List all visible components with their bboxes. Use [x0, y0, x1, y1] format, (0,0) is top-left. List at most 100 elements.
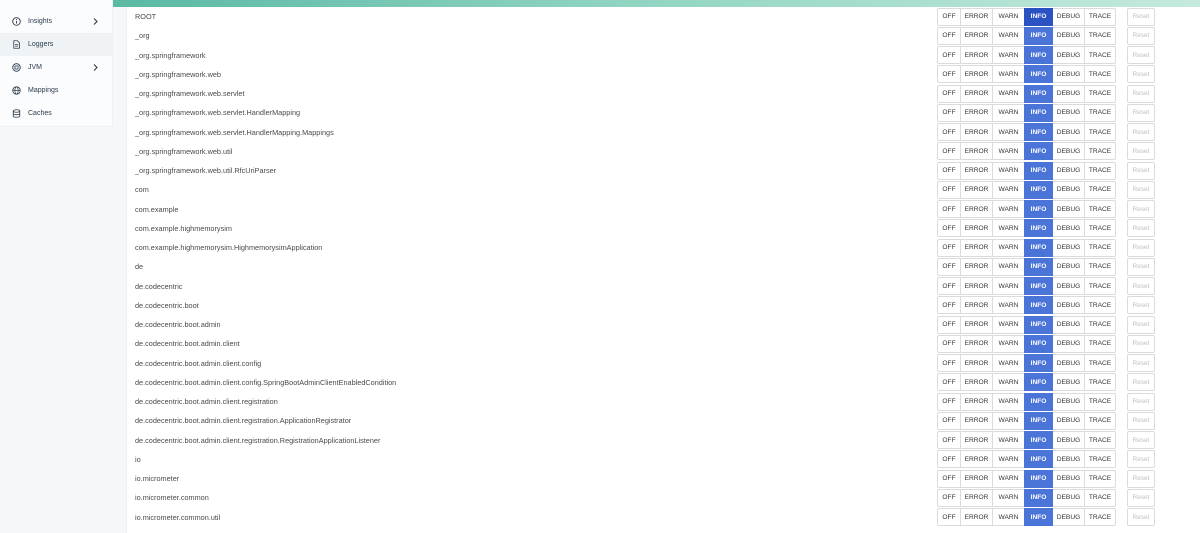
level-button-off[interactable]: OFF — [937, 7, 961, 26]
level-button-warn[interactable]: WARN — [992, 200, 1025, 219]
level-button-off[interactable]: OFF — [937, 257, 961, 276]
level-button-debug[interactable]: DEBUG — [1052, 315, 1085, 334]
level-button-debug[interactable]: DEBUG — [1052, 431, 1085, 450]
level-button-info[interactable]: INFO — [1024, 142, 1053, 161]
level-button-debug[interactable]: DEBUG — [1052, 142, 1085, 161]
level-button-info[interactable]: INFO — [1024, 257, 1053, 276]
level-button-error[interactable]: ERROR — [960, 161, 993, 180]
level-button-debug[interactable]: DEBUG — [1052, 508, 1085, 527]
level-button-debug[interactable]: DEBUG — [1052, 469, 1085, 488]
level-button-off[interactable]: OFF — [937, 219, 961, 238]
level-button-info[interactable]: INFO — [1024, 26, 1053, 45]
level-button-trace[interactable]: TRACE — [1084, 392, 1116, 411]
level-button-info[interactable]: INFO — [1024, 296, 1053, 315]
reset-button[interactable]: Reset — [1127, 200, 1155, 219]
reset-button[interactable]: Reset — [1127, 450, 1155, 469]
level-button-info[interactable]: INFO — [1024, 508, 1053, 527]
level-button-trace[interactable]: TRACE — [1084, 373, 1116, 392]
level-button-warn[interactable]: WARN — [992, 488, 1025, 507]
level-button-info[interactable]: INFO — [1024, 392, 1053, 411]
level-button-debug[interactable]: DEBUG — [1052, 373, 1085, 392]
level-button-info[interactable]: INFO — [1024, 238, 1053, 257]
level-button-debug[interactable]: DEBUG — [1052, 257, 1085, 276]
level-button-off[interactable]: OFF — [937, 180, 961, 199]
level-button-trace[interactable]: TRACE — [1084, 161, 1116, 180]
level-button-debug[interactable]: DEBUG — [1052, 180, 1085, 199]
reset-button[interactable]: Reset — [1127, 392, 1155, 411]
level-button-warn[interactable]: WARN — [992, 65, 1025, 84]
level-button-debug[interactable]: DEBUG — [1052, 488, 1085, 507]
level-button-off[interactable]: OFF — [937, 123, 961, 142]
reset-button[interactable]: Reset — [1127, 180, 1155, 199]
level-button-debug[interactable]: DEBUG — [1052, 238, 1085, 257]
level-button-debug[interactable]: DEBUG — [1052, 26, 1085, 45]
level-button-error[interactable]: ERROR — [960, 7, 993, 26]
level-button-off[interactable]: OFF — [937, 488, 961, 507]
level-button-info[interactable]: INFO — [1024, 411, 1053, 430]
reset-button[interactable]: Reset — [1127, 65, 1155, 84]
level-button-error[interactable]: ERROR — [960, 508, 993, 527]
level-button-off[interactable]: OFF — [937, 411, 961, 430]
level-button-warn[interactable]: WARN — [992, 180, 1025, 199]
level-button-trace[interactable]: TRACE — [1084, 315, 1116, 334]
level-button-trace[interactable]: TRACE — [1084, 277, 1116, 296]
level-button-info[interactable]: INFO — [1024, 488, 1053, 507]
reset-button[interactable]: Reset — [1127, 142, 1155, 161]
level-button-info[interactable]: INFO — [1024, 277, 1053, 296]
reset-button[interactable]: Reset — [1127, 354, 1155, 373]
level-button-off[interactable]: OFF — [937, 315, 961, 334]
level-button-error[interactable]: ERROR — [960, 123, 993, 142]
level-button-warn[interactable]: WARN — [992, 508, 1025, 527]
level-button-warn[interactable]: WARN — [992, 103, 1025, 122]
level-button-warn[interactable]: WARN — [992, 142, 1025, 161]
reset-button[interactable]: Reset — [1127, 469, 1155, 488]
level-button-info[interactable]: INFO — [1024, 161, 1053, 180]
level-button-debug[interactable]: DEBUG — [1052, 46, 1085, 65]
reset-button[interactable]: Reset — [1127, 431, 1155, 450]
reset-button[interactable]: Reset — [1127, 161, 1155, 180]
level-button-warn[interactable]: WARN — [992, 84, 1025, 103]
level-button-info[interactable]: INFO — [1024, 373, 1053, 392]
level-button-info[interactable]: INFO — [1024, 200, 1053, 219]
level-button-trace[interactable]: TRACE — [1084, 257, 1116, 276]
level-button-trace[interactable]: TRACE — [1084, 411, 1116, 430]
level-button-error[interactable]: ERROR — [960, 238, 993, 257]
level-button-info[interactable]: INFO — [1024, 123, 1053, 142]
level-button-debug[interactable]: DEBUG — [1052, 200, 1085, 219]
level-button-warn[interactable]: WARN — [992, 257, 1025, 276]
reset-button[interactable]: Reset — [1127, 277, 1155, 296]
level-button-error[interactable]: ERROR — [960, 103, 993, 122]
reset-button[interactable]: Reset — [1127, 219, 1155, 238]
level-button-trace[interactable]: TRACE — [1084, 219, 1116, 238]
level-button-off[interactable]: OFF — [937, 46, 961, 65]
level-button-debug[interactable]: DEBUG — [1052, 277, 1085, 296]
level-button-warn[interactable]: WARN — [992, 46, 1025, 65]
level-button-off[interactable]: OFF — [937, 238, 961, 257]
sidebar-item-loggers[interactable]: Loggers — [0, 33, 112, 56]
level-button-error[interactable]: ERROR — [960, 315, 993, 334]
level-button-debug[interactable]: DEBUG — [1052, 296, 1085, 315]
level-button-error[interactable]: ERROR — [960, 296, 993, 315]
reset-button[interactable]: Reset — [1127, 296, 1155, 315]
level-button-off[interactable]: OFF — [937, 373, 961, 392]
level-button-trace[interactable]: TRACE — [1084, 123, 1116, 142]
reset-button[interactable]: Reset — [1127, 26, 1155, 45]
level-button-trace[interactable]: TRACE — [1084, 488, 1116, 507]
level-button-off[interactable]: OFF — [937, 65, 961, 84]
level-button-warn[interactable]: WARN — [992, 315, 1025, 334]
level-button-warn[interactable]: WARN — [992, 7, 1025, 26]
level-button-error[interactable]: ERROR — [960, 450, 993, 469]
level-button-off[interactable]: OFF — [937, 84, 961, 103]
level-button-info[interactable]: INFO — [1024, 103, 1053, 122]
level-button-off[interactable]: OFF — [937, 431, 961, 450]
level-button-info[interactable]: INFO — [1024, 334, 1053, 353]
level-button-warn[interactable]: WARN — [992, 373, 1025, 392]
level-button-error[interactable]: ERROR — [960, 84, 993, 103]
level-button-trace[interactable]: TRACE — [1084, 238, 1116, 257]
level-button-off[interactable]: OFF — [937, 26, 961, 45]
level-button-trace[interactable]: TRACE — [1084, 334, 1116, 353]
level-button-debug[interactable]: DEBUG — [1052, 392, 1085, 411]
level-button-error[interactable]: ERROR — [960, 65, 993, 84]
level-button-warn[interactable]: WARN — [992, 469, 1025, 488]
level-button-error[interactable]: ERROR — [960, 411, 993, 430]
